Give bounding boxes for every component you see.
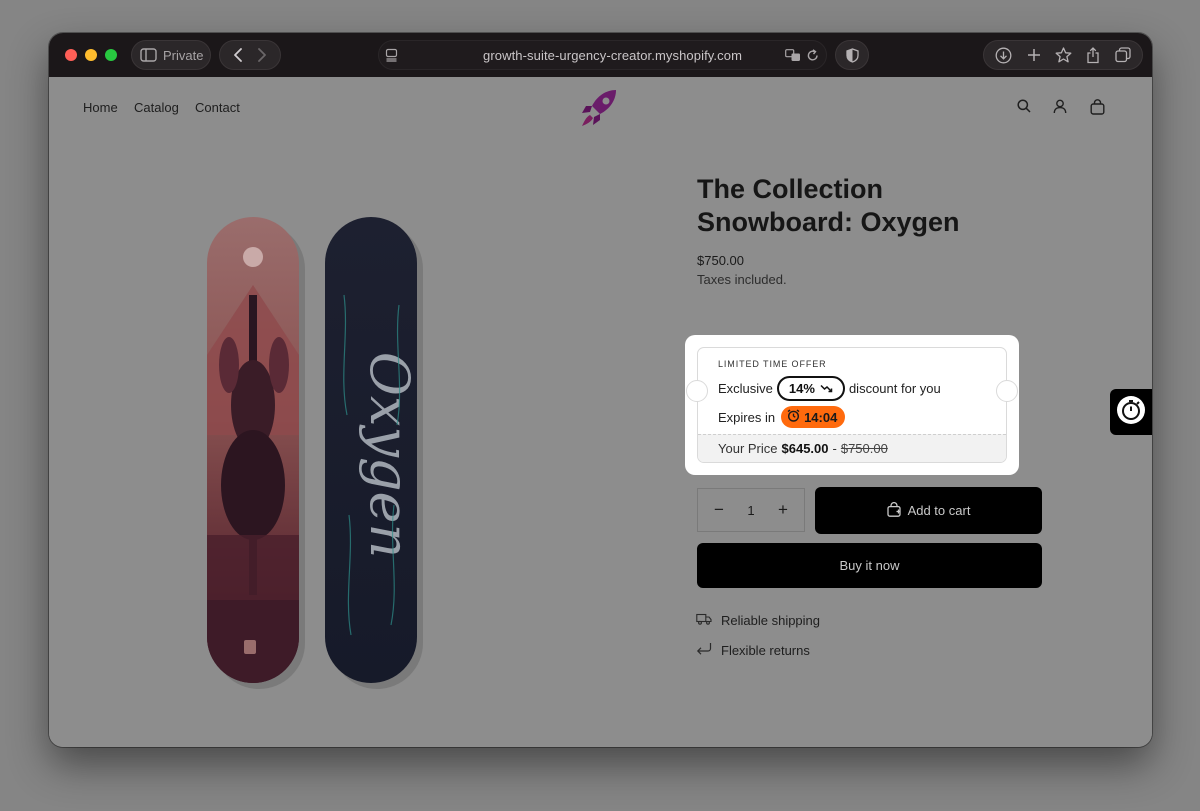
cart-add-icon bbox=[886, 501, 901, 520]
discount-prefix: Exclusive bbox=[718, 381, 773, 396]
private-label: Private bbox=[163, 47, 204, 63]
ticket-notch-right bbox=[996, 380, 1018, 402]
sidebar-icon bbox=[140, 48, 157, 62]
quantity-decrease-button[interactable]: − bbox=[712, 500, 726, 520]
account-icon[interactable] bbox=[1053, 99, 1067, 119]
offer-heading: LIMITED TIME OFFER bbox=[718, 359, 827, 369]
share-icon[interactable] bbox=[1086, 46, 1100, 64]
browser-window: Private growth-suite-urgency-creator.mys… bbox=[49, 33, 1152, 747]
new-tab-icon[interactable] bbox=[1027, 48, 1041, 62]
cart-icon[interactable] bbox=[1090, 99, 1105, 120]
add-to-cart-button[interactable]: Add to cart bbox=[815, 487, 1042, 534]
trend-down-icon bbox=[820, 381, 833, 396]
return-arrow-icon bbox=[696, 642, 712, 659]
page-menu-icon[interactable] bbox=[385, 48, 398, 62]
forward-button[interactable] bbox=[257, 48, 267, 62]
nav-contact[interactable]: Contact bbox=[195, 100, 240, 115]
url-text: growth-suite-urgency-creator.myshopify.c… bbox=[483, 47, 742, 63]
expiry-line: Expires in 14:04 bbox=[718, 406, 846, 428]
address-bar[interactable]: growth-suite-urgency-creator.myshopify.c… bbox=[378, 40, 827, 70]
stopwatch-icon bbox=[1116, 395, 1146, 430]
offer-ticket: LIMITED TIME OFFER Exclusive 14% discoun… bbox=[697, 347, 1007, 463]
zoom-window-button[interactable] bbox=[105, 49, 117, 61]
translate-icon[interactable] bbox=[785, 48, 801, 62]
browser-toolbar: Private growth-suite-urgency-creator.mys… bbox=[49, 33, 1152, 77]
discount-percent: 14% bbox=[788, 381, 815, 396]
quantity-value[interactable]: 1 bbox=[747, 503, 754, 518]
shield-icon bbox=[845, 47, 859, 63]
your-price-label: Your Price bbox=[718, 441, 778, 456]
back-button[interactable] bbox=[233, 48, 243, 62]
close-window-button[interactable] bbox=[65, 49, 77, 61]
alarm-clock-icon bbox=[787, 409, 800, 425]
sidebar-private-toggle[interactable]: Private bbox=[131, 40, 211, 70]
urgency-side-tab[interactable] bbox=[1110, 389, 1152, 435]
quantity-stepper: − 1 + bbox=[697, 488, 805, 532]
feature-shipping: Reliable shipping bbox=[696, 613, 820, 628]
discount-badge: 14% bbox=[776, 376, 845, 401]
feature-shipping-label: Reliable shipping bbox=[721, 613, 821, 628]
nav-home[interactable]: Home bbox=[83, 100, 118, 115]
board-oxygen-text: Oxygen bbox=[358, 352, 421, 559]
downloads-icon[interactable] bbox=[995, 47, 1012, 64]
product-title: The Collection Snowboard: Oxygen bbox=[697, 174, 960, 237]
add-to-cart-label: Add to cart bbox=[907, 503, 971, 518]
truck-icon bbox=[696, 613, 712, 628]
tab-overview-icon[interactable] bbox=[1115, 47, 1131, 63]
product-image[interactable]: Oxygen bbox=[199, 215, 429, 695]
reload-icon[interactable] bbox=[807, 48, 819, 62]
original-price: $750.00 bbox=[840, 441, 888, 456]
countdown-value: 14:04 bbox=[804, 409, 838, 425]
quantity-increase-button[interactable]: + bbox=[776, 500, 790, 520]
your-price-bar: Your Price $645.00 - $750.00 bbox=[698, 434, 1006, 462]
toolbar-actions bbox=[983, 40, 1143, 70]
expires-label: Expires in bbox=[718, 409, 776, 425]
store-page: Home Catalog Contact Oxygen The Collecti… bbox=[49, 77, 1152, 747]
taxes-note: Taxes included. bbox=[697, 272, 787, 287]
buy-now-label: Buy it now bbox=[839, 558, 900, 573]
minimize-window-button[interactable] bbox=[85, 49, 97, 61]
nav-catalog[interactable]: Catalog bbox=[134, 100, 179, 115]
ticket-notch-left bbox=[686, 380, 708, 402]
urgency-offer-widget: LIMITED TIME OFFER Exclusive 14% discoun… bbox=[685, 335, 1019, 475]
feature-returns: Flexible returns bbox=[696, 642, 810, 659]
price-separator: - bbox=[832, 441, 837, 456]
discount-line: Exclusive 14% discount for you bbox=[718, 376, 941, 401]
discount-suffix: discount for you bbox=[848, 381, 941, 396]
rocket-logo-icon[interactable] bbox=[578, 86, 622, 135]
countdown-timer: 14:04 bbox=[781, 406, 846, 428]
privacy-report-button[interactable] bbox=[835, 40, 869, 70]
discounted-price: $645.00 bbox=[781, 441, 829, 456]
product-price: $750.00 bbox=[697, 253, 744, 268]
history-nav bbox=[219, 40, 281, 70]
feature-returns-label: Flexible returns bbox=[721, 643, 810, 658]
search-icon[interactable] bbox=[1017, 99, 1031, 118]
buy-now-button[interactable]: Buy it now bbox=[697, 543, 1042, 588]
bookmark-star-icon[interactable] bbox=[1055, 47, 1072, 63]
